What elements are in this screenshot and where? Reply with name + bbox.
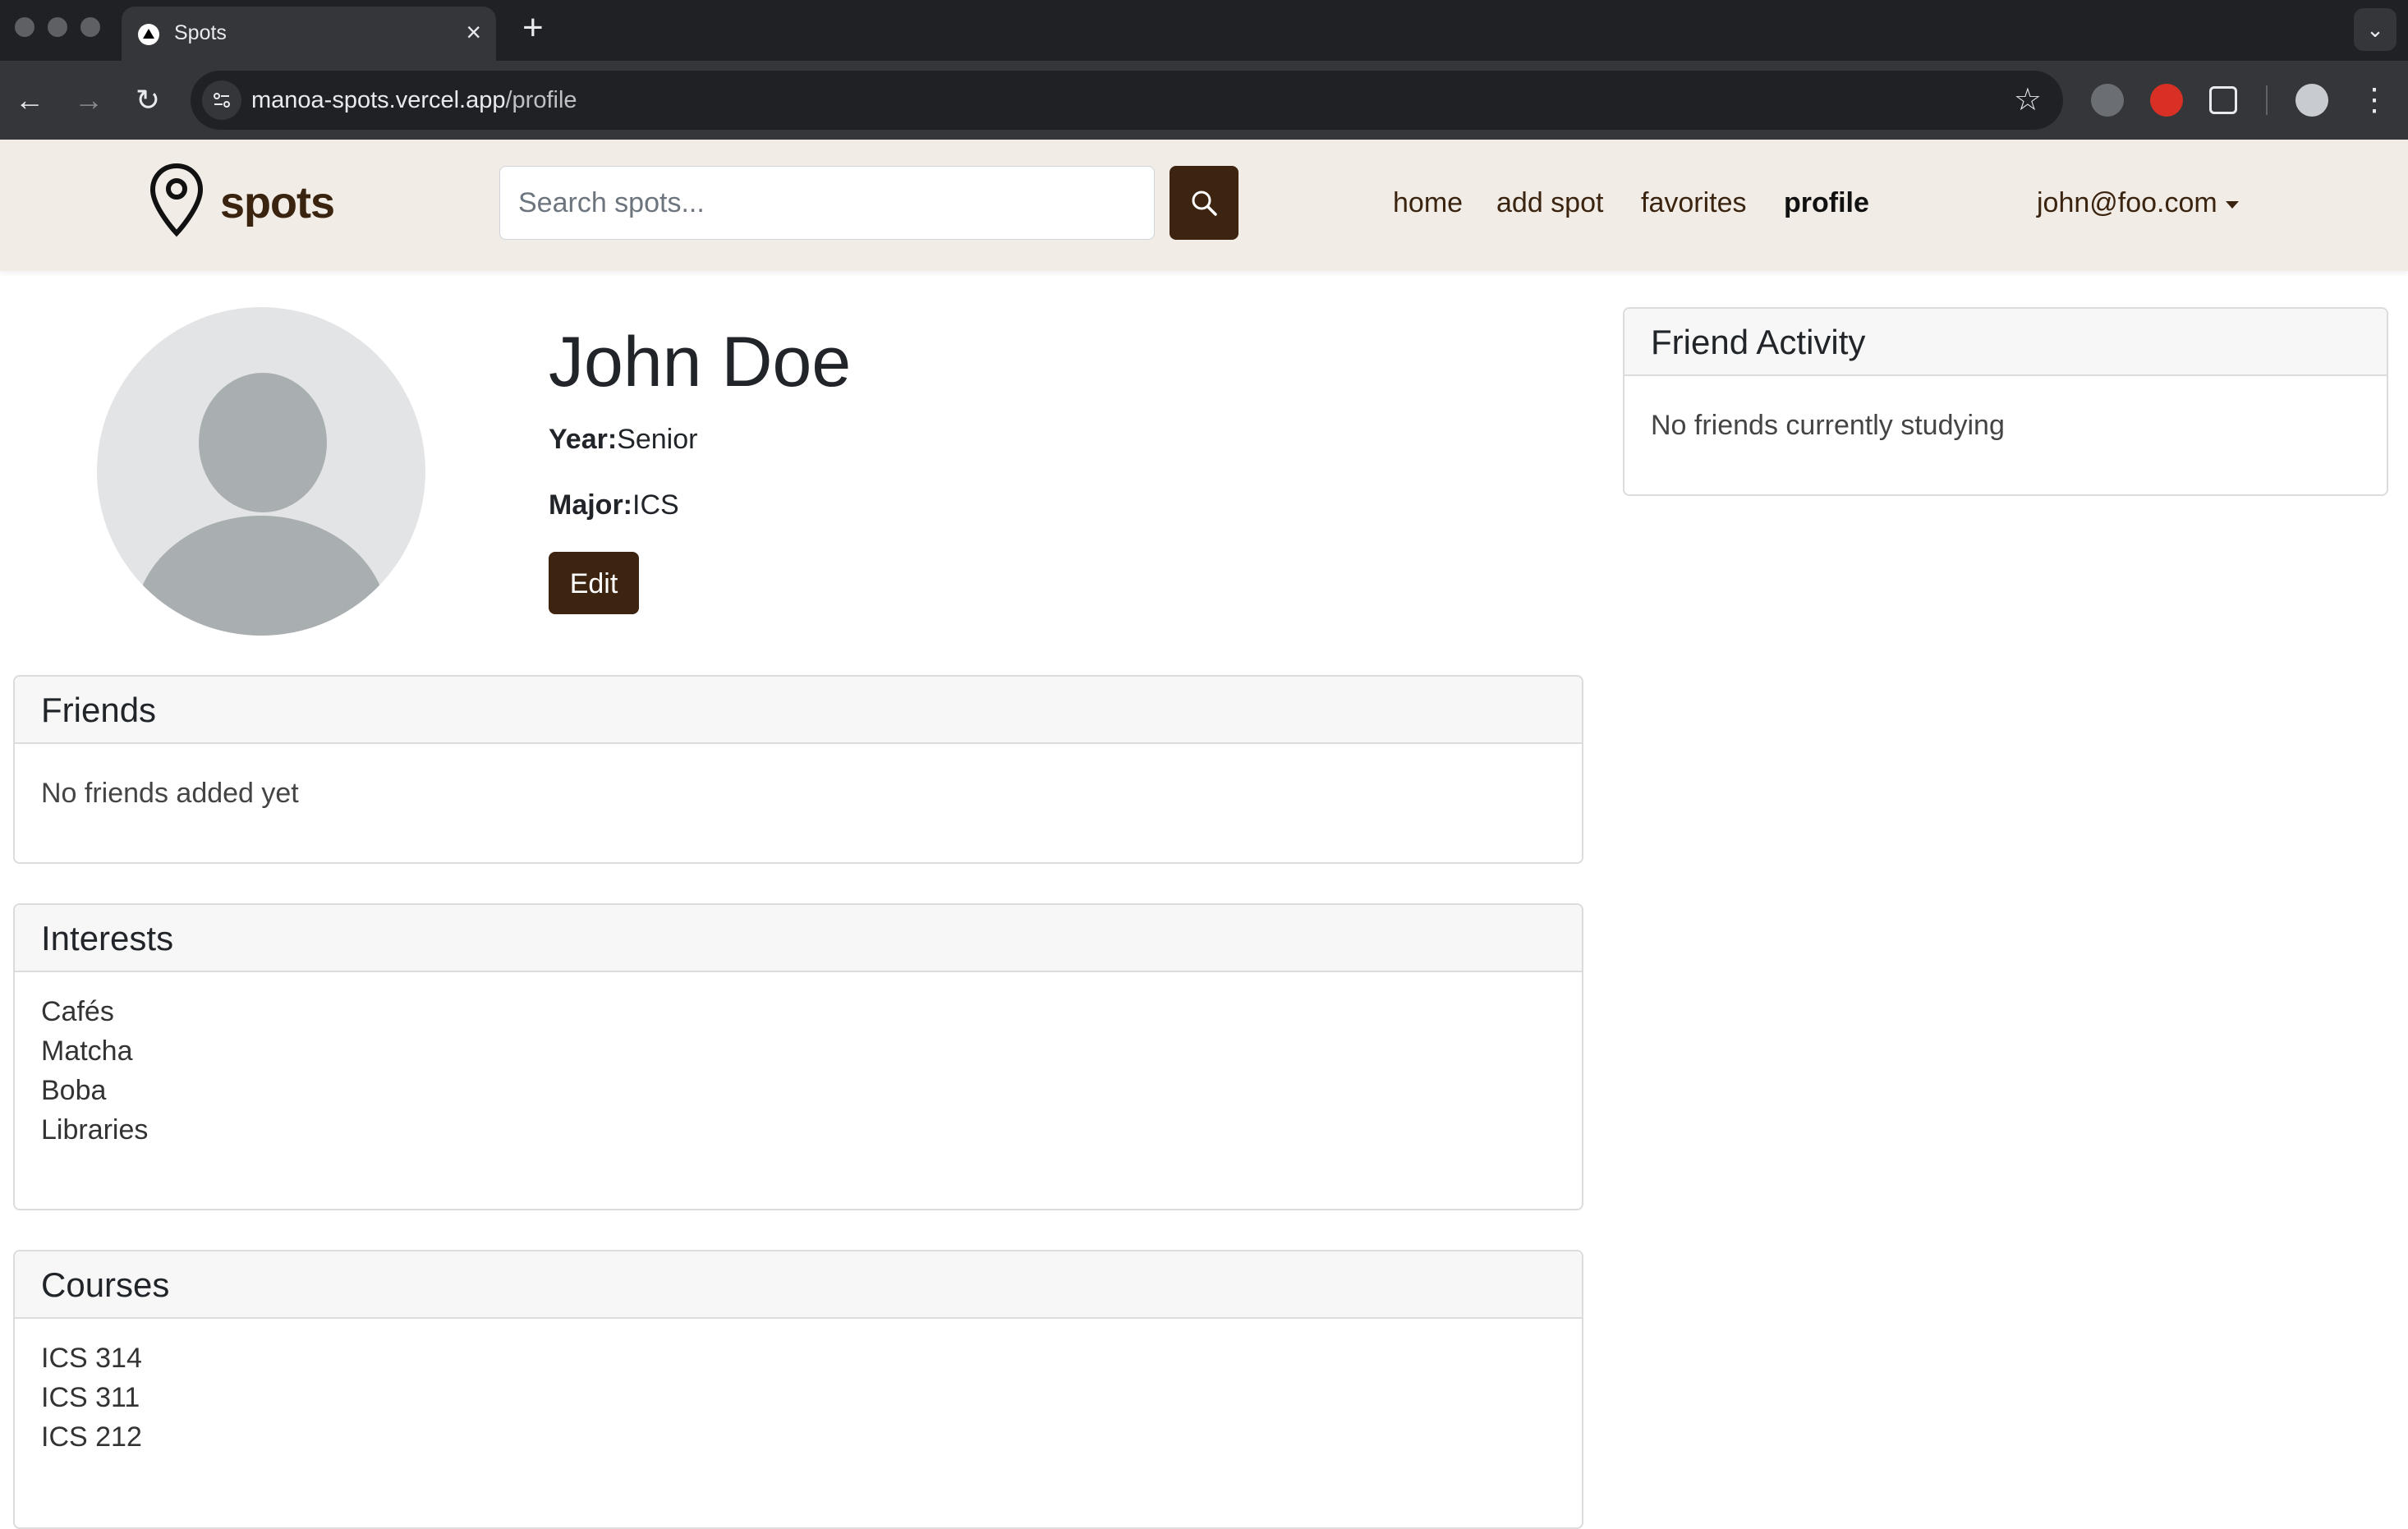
nav-link-profile[interactable]: profile	[1784, 187, 1869, 219]
extension-icon-1[interactable]	[2091, 84, 2124, 117]
window-minimize-control[interactable]	[48, 17, 67, 37]
extensions-puzzle-icon[interactable]	[2209, 86, 2237, 114]
user-dropdown[interactable]: john@foo.com	[2037, 187, 2239, 219]
search-input[interactable]	[499, 166, 1155, 240]
friends-empty-message: No friends added yet	[41, 778, 299, 809]
interests-card: Interests Cafés Matcha Boba Libraries	[13, 903, 1583, 1210]
profile-name: John Doe	[549, 323, 852, 402]
back-arrow-icon[interactable]: ←	[8, 79, 51, 122]
address-bar[interactable]: manoa-spots.vercel.app/profile ☆	[191, 71, 2063, 130]
toolbar-divider	[2266, 85, 2268, 115]
edit-profile-button[interactable]: Edit	[549, 552, 639, 614]
interest-item: Cafés	[41, 996, 114, 1027]
year-label: Year:	[549, 424, 618, 455]
search-icon	[1192, 191, 1217, 216]
window-maximize-control[interactable]	[80, 17, 100, 37]
profile-year: Year:Senior	[549, 424, 697, 456]
course-item: ICS 212	[41, 1421, 142, 1453]
course-item: ICS 311	[41, 1382, 140, 1413]
profile-avatar-icon[interactable]	[2295, 84, 2328, 117]
browser-tab[interactable]: Spots ×	[122, 7, 496, 61]
reload-icon[interactable]: ↻	[126, 79, 169, 122]
window-close-control[interactable]	[15, 17, 34, 37]
interest-item: Boba	[41, 1075, 107, 1106]
friends-card-title: Friends	[15, 677, 1582, 744]
avatar-body-shape	[135, 516, 388, 636]
nav-link-favorites[interactable]: favorites	[1641, 187, 1747, 219]
map-pin-icon	[149, 163, 204, 237]
new-tab-icon[interactable]: +	[522, 5, 544, 51]
forward-arrow-icon[interactable]: →	[67, 79, 110, 122]
tab-search-chevron-icon[interactable]: ⌄	[2354, 8, 2397, 51]
courses-card-title: Courses	[15, 1251, 1582, 1319]
user-email: john@foo.com	[2037, 187, 2217, 218]
avatar-head-shape	[199, 373, 327, 512]
nav-link-home[interactable]: home	[1393, 187, 1463, 219]
vercel-favicon-icon	[138, 24, 159, 45]
tab-title: Spots	[174, 21, 227, 44]
major-label: Major:	[549, 489, 632, 521]
course-item: ICS 314	[41, 1343, 142, 1374]
extension-icon-2[interactable]	[2150, 84, 2183, 117]
profile-major: Major:ICS	[549, 489, 679, 521]
caret-down-icon	[2225, 200, 2239, 209]
tab-close-icon[interactable]: ×	[466, 17, 481, 47]
browser-tab-strip: Spots × + ⌄	[0, 0, 2408, 61]
nav-link-add-spot[interactable]: add spot	[1496, 187, 1603, 219]
url-text: manoa-spots.vercel.app/profile	[251, 87, 577, 113]
year-value: Senior	[617, 424, 698, 455]
friend-activity-title: Friend Activity	[1624, 309, 2387, 376]
interests-card-title: Interests	[15, 905, 1582, 972]
site-info-icon[interactable]	[202, 80, 241, 120]
interest-item: Libraries	[41, 1114, 149, 1146]
avatar	[97, 307, 425, 636]
friend-activity-card: Friend Activity No friends currently stu…	[1623, 307, 2388, 496]
browser-toolbar: ← → ↻ manoa-spots.vercel.app/profile ☆ ⋮	[0, 61, 2408, 140]
search-button[interactable]	[1170, 166, 1238, 240]
brand-name: spots	[220, 178, 335, 227]
interest-item: Matcha	[41, 1035, 133, 1067]
friend-activity-empty-message: No friends currently studying	[1651, 410, 2005, 441]
bookmark-star-icon[interactable]: ☆	[2014, 82, 2042, 118]
courses-card: Courses ICS 314 ICS 311 ICS 212	[13, 1250, 1583, 1529]
browser-menu-icon[interactable]: ⋮	[2359, 77, 2390, 123]
friends-card: Friends No friends added yet	[13, 675, 1583, 864]
site-navbar: spots home add spot favorites profile jo…	[0, 140, 2408, 271]
major-value: ICS	[632, 489, 679, 521]
